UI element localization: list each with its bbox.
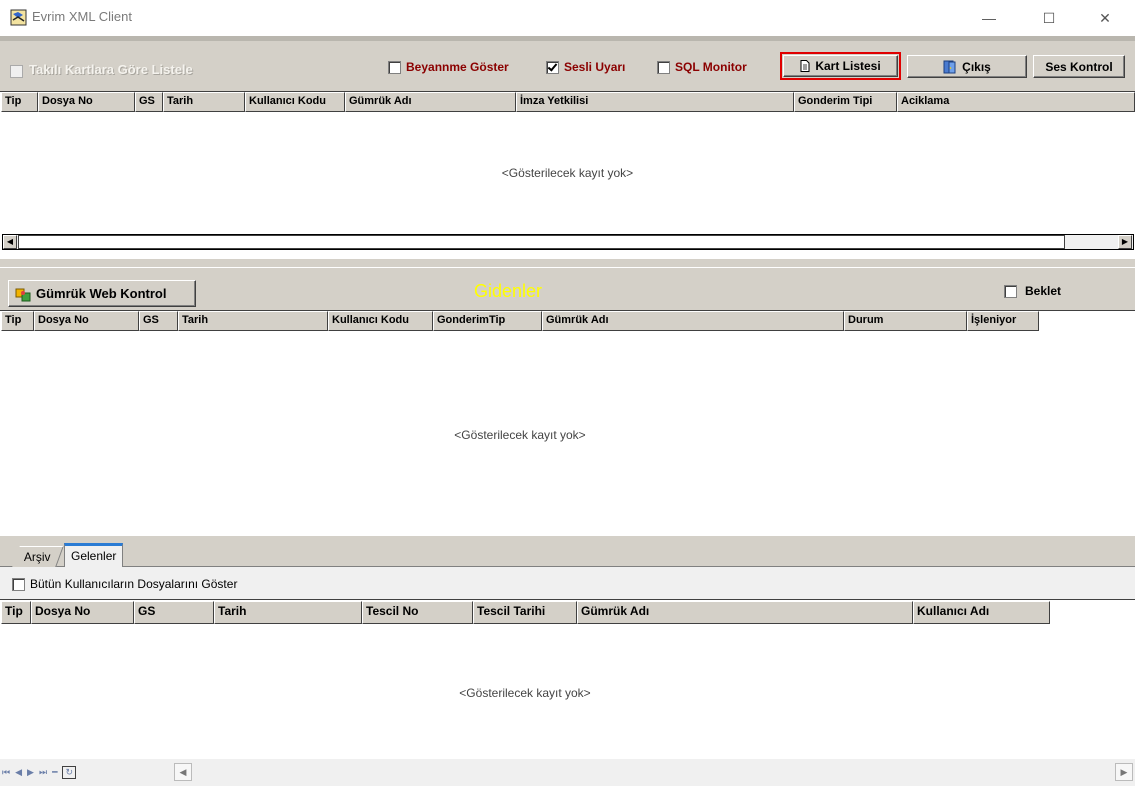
last-record-icon[interactable]: ⏭ bbox=[39, 767, 47, 778]
tab-arsiv[interactable]: Arşiv bbox=[12, 546, 64, 567]
cikis-label: Çıkış bbox=[962, 59, 991, 74]
col-gumruk-adi[interactable]: Gümrük Adı bbox=[345, 92, 516, 112]
prev-record-icon[interactable]: ◀ bbox=[15, 767, 22, 778]
col-imza-yetkilisi[interactable]: İmza Yetkilisi bbox=[516, 92, 794, 112]
record-navigator: ⏮ ◀ ▶ ⏭ ━ ↻ bbox=[2, 764, 110, 780]
beklet-checkbox[interactable] bbox=[1004, 284, 1017, 298]
mcol-tarih[interactable]: Tarih bbox=[178, 311, 328, 331]
middle-grid-header: Tip Dosya No GS Tarih Kullanıcı Kodu Gon… bbox=[1, 311, 1039, 331]
bcol-dosya-no[interactable]: Dosya No bbox=[31, 601, 134, 624]
beyanname-label: Beyannme Göster bbox=[406, 60, 509, 74]
top-grid-header: Tip Dosya No GS Tarih Kullanıcı Kodu Güm… bbox=[1, 92, 1135, 112]
mcol-gs[interactable]: GS bbox=[139, 311, 178, 331]
bottom-grid-empty-message: <Gösterilecek kayıt yok> bbox=[459, 686, 591, 700]
bottom-scroll-left-icon[interactable]: ◀ bbox=[174, 763, 192, 781]
document-icon bbox=[800, 60, 810, 72]
kart-listesi-button[interactable]: Kart Listesi bbox=[783, 55, 898, 77]
ses-kontrol-button[interactable]: Ses Kontrol bbox=[1033, 55, 1125, 78]
gumruk-web-kontrol-label: Gümrük Web Kontrol bbox=[36, 286, 167, 301]
title-bar bbox=[0, 0, 1135, 36]
sql-monitor-option[interactable]: SQL Monitor bbox=[657, 60, 747, 74]
sql-monitor-label: SQL Monitor bbox=[675, 60, 747, 74]
sql-monitor-checkbox[interactable] bbox=[657, 60, 670, 74]
tab-gelenler[interactable]: Gelenler bbox=[64, 543, 124, 567]
mcol-gonderim-tip[interactable]: GonderimTip bbox=[433, 311, 542, 331]
app-icon bbox=[10, 9, 27, 26]
col-aciklama[interactable]: Aciklama bbox=[897, 92, 1135, 112]
tab-strip bbox=[0, 542, 1135, 567]
sesli-uyari-label: Sesli Uyarı bbox=[564, 60, 626, 74]
window-title: Evrim XML Client bbox=[32, 9, 132, 24]
first-record-icon[interactable]: ⏮ bbox=[2, 767, 10, 778]
sesli-uyari-option[interactable]: Sesli Uyarı bbox=[546, 60, 625, 74]
scroll-right-icon[interactable]: ▶ bbox=[1118, 235, 1132, 249]
bcol-tip[interactable]: Tip bbox=[1, 601, 31, 624]
tab-gelenler-label: Gelenler bbox=[71, 549, 117, 563]
splitter-1[interactable] bbox=[0, 259, 1135, 267]
exit-door-icon bbox=[943, 60, 956, 73]
ses-kontrol-label: Ses Kontrol bbox=[1045, 59, 1113, 74]
takili-kartlar-checkbox[interactable] bbox=[10, 63, 23, 81]
col-tip[interactable]: Tip bbox=[1, 92, 38, 112]
mcol-tip[interactable]: Tip bbox=[1, 311, 34, 331]
bcol-tarih[interactable]: Tarih bbox=[214, 601, 362, 624]
beklet-label: Beklet bbox=[1025, 284, 1062, 298]
sesli-uyari-checkbox[interactable] bbox=[546, 60, 559, 74]
navigator-bar bbox=[0, 759, 1135, 786]
scroll-left-icon[interactable]: ◀ bbox=[3, 235, 17, 249]
takili-kartlar-label: Takılı Kartlara Göre Listele bbox=[29, 62, 193, 77]
gumruk-web-kontrol-button[interactable]: Gümrük Web Kontrol bbox=[8, 280, 196, 307]
scroll-thumb[interactable] bbox=[18, 235, 1065, 249]
bcol-gumruk-adi[interactable]: Gümrük Adı bbox=[577, 601, 913, 624]
tab-arsiv-label: Arşiv bbox=[23, 550, 51, 564]
gidenler-title: Gidenler bbox=[474, 281, 543, 301]
mcol-isleniyor[interactable]: İşleniyor bbox=[967, 311, 1039, 331]
takili-checkbox-box[interactable] bbox=[10, 65, 23, 79]
kart-listesi-label: Kart Listesi bbox=[815, 59, 881, 73]
col-gs[interactable]: GS bbox=[135, 92, 163, 112]
cikis-button[interactable]: Çıkış bbox=[907, 55, 1027, 78]
mcol-durum[interactable]: Durum bbox=[844, 311, 967, 331]
bcol-tescil-tarihi[interactable]: Tescil Tarihi bbox=[473, 601, 577, 624]
beklet-option[interactable]: Beklet bbox=[1004, 284, 1061, 298]
bcol-tescil-no[interactable]: Tescil No bbox=[362, 601, 473, 624]
maximize-button[interactable]: ☐ bbox=[1026, 0, 1072, 36]
mcol-dosya-no[interactable]: Dosya No bbox=[34, 311, 139, 331]
top-grid-empty-message: <Gösterilecek kayıt yok> bbox=[501, 166, 634, 180]
bottom-grid-header: Tip Dosya No GS Tarih Tescil No Tescil T… bbox=[1, 601, 1050, 624]
col-dosya-no[interactable]: Dosya No bbox=[38, 92, 135, 112]
mcol-kullanici-kodu[interactable]: Kullanıcı Kodu bbox=[328, 311, 433, 331]
bcol-gs[interactable]: GS bbox=[134, 601, 214, 624]
refresh-icon[interactable]: ↻ bbox=[62, 765, 77, 779]
puzzle-icon bbox=[15, 288, 31, 301]
col-kullanici-kodu[interactable]: Kullanıcı Kodu bbox=[245, 92, 345, 112]
next-record-icon[interactable]: ▶ bbox=[27, 767, 34, 778]
all-users-label: Bütün Kullanıcıların Dosyalarını Göster bbox=[30, 577, 238, 591]
delete-record-icon[interactable]: ━ bbox=[52, 767, 57, 778]
minimize-button[interactable]: — bbox=[966, 0, 1012, 36]
beyanname-goster-option[interactable]: Beyannme Göster bbox=[388, 60, 509, 74]
all-users-checkbox[interactable] bbox=[12, 577, 25, 591]
middle-grid bbox=[0, 310, 1135, 536]
bottom-scroll-right-icon[interactable]: ▶ bbox=[1115, 763, 1133, 781]
col-gonderim-tipi[interactable]: Gonderim Tipi bbox=[794, 92, 897, 112]
all-users-option[interactable]: Bütün Kullanıcıların Dosyalarını Göster bbox=[12, 577, 237, 591]
bcol-kullanici-adi[interactable]: Kullanıcı Adı bbox=[913, 601, 1050, 624]
middle-grid-empty-message: <Gösterilecek kayıt yok> bbox=[454, 428, 586, 442]
mcol-gumruk-adi[interactable]: Gümrük Adı bbox=[542, 311, 844, 331]
close-button[interactable]: ✕ bbox=[1082, 0, 1128, 36]
col-tarih[interactable]: Tarih bbox=[163, 92, 245, 112]
beyanname-checkbox[interactable] bbox=[388, 60, 401, 74]
